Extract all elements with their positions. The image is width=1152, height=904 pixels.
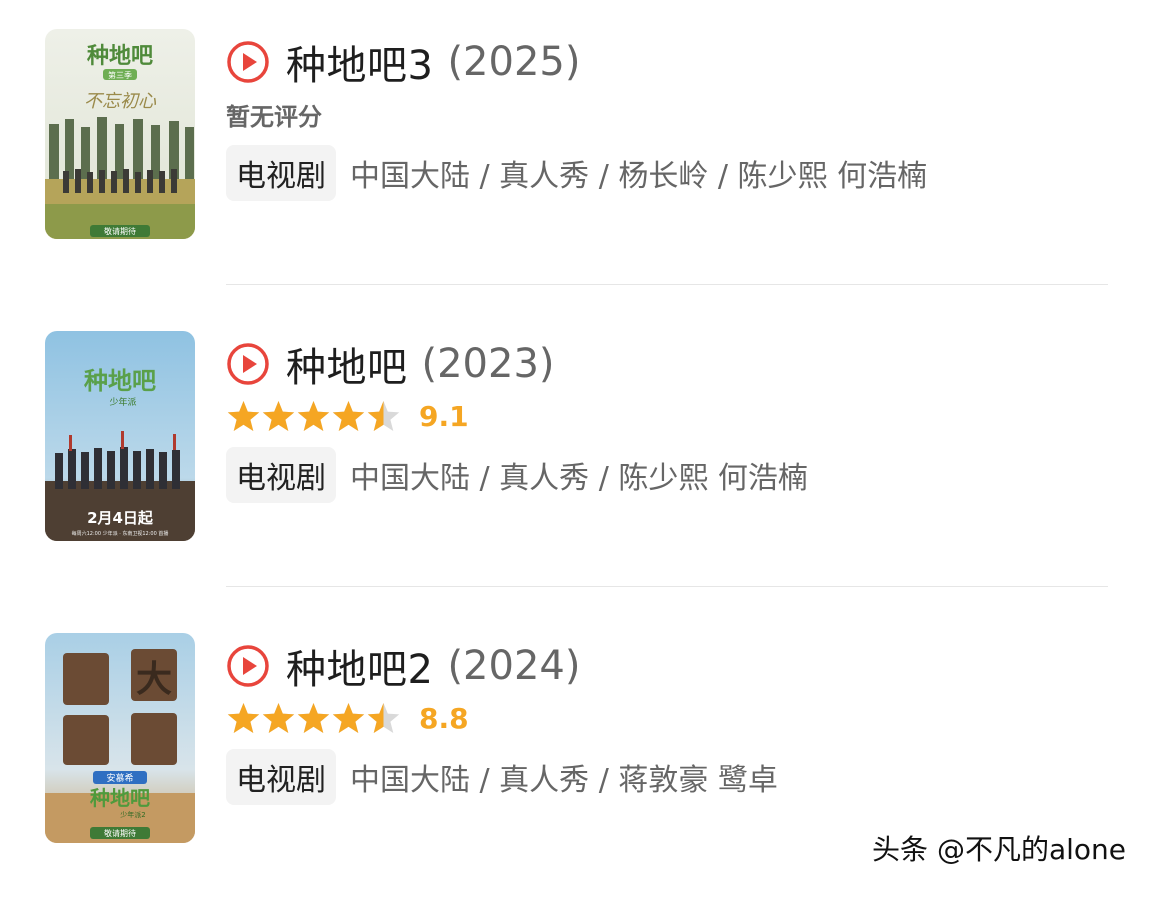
title-row[interactable]: 种地吧2 (2024) [226, 638, 580, 694]
star-rating [226, 701, 401, 736]
meta-row: 电视剧 中国大陆 / 真人秀 / 杨长岭 / 陈少熙 何浩楠 [226, 145, 928, 201]
svg-text:第三季: 第三季 [108, 70, 132, 80]
star-full-icon [332, 400, 365, 431]
svg-text:少年派2: 少年派2 [120, 810, 145, 819]
svg-text:不忘初心: 不忘初心 [84, 91, 157, 112]
star-full-icon [227, 400, 260, 431]
divider [226, 586, 1108, 587]
svg-text:2月4日起: 2月4日起 [87, 509, 154, 527]
category-tag: 电视剧 [226, 447, 336, 503]
category-tag: 电视剧 [226, 145, 336, 201]
poster-big-text: 大 [136, 659, 172, 700]
svg-text:敬请期待: 敬请期待 [104, 828, 136, 838]
star-full-icon [227, 702, 260, 733]
result-year: (2025) [447, 39, 581, 85]
poster-image[interactable]: 大 安慕希 种地吧 少年派2 敬请期待 [45, 633, 195, 843]
rating-row: 8.8 [226, 698, 469, 738]
play-icon[interactable] [226, 342, 270, 386]
play-icon[interactable] [226, 40, 270, 84]
star-full-icon [297, 702, 330, 733]
result-year: (2024) [447, 643, 581, 689]
rating-row: 9.1 [226, 396, 469, 436]
title-row[interactable]: 种地吧 (2023) [226, 336, 555, 392]
star-rating [226, 399, 401, 434]
star-full-icon [262, 702, 295, 733]
title-row[interactable]: 种地吧3 (2025) [226, 34, 580, 90]
rating-score: 8.8 [419, 701, 469, 735]
result-title[interactable]: 种地吧 [286, 335, 408, 393]
result-year: (2023) [421, 341, 555, 387]
meta-info: 中国大陆 / 真人秀 / 蒋敦豪 鹭卓 [350, 763, 778, 798]
no-rating-label: 暂无评分 [226, 102, 322, 131]
poster-image[interactable]: 种地吧 第三季 不忘初心 敬请期待 [45, 29, 195, 239]
play-icon[interactable] [226, 644, 270, 688]
meta-info: 中国大陆 / 真人秀 / 杨长岭 / 陈少熙 何浩楠 [350, 159, 928, 194]
divider [226, 284, 1108, 285]
meta-info: 中国大陆 / 真人秀 / 陈少熙 何浩楠 [350, 461, 808, 496]
result-item[interactable]: 种地吧 少年派 2月4日起 每周六12:00 少年派 · 东南卫视12:00 首… [0, 302, 1152, 602]
rating-row: 暂无评分 [226, 94, 322, 134]
poster-image[interactable]: 种地吧 少年派 2月4日起 每周六12:00 少年派 · 东南卫视12:00 首… [45, 331, 195, 541]
rating-score: 9.1 [419, 399, 469, 433]
poster-logo-text: 种地吧 [87, 44, 153, 69]
svg-text:安慕希: 安慕希 [106, 772, 133, 784]
poster-logo-text: 种地吧 [89, 786, 150, 810]
meta-row: 电视剧 中国大陆 / 真人秀 / 陈少熙 何浩楠 [226, 447, 808, 503]
result-title[interactable]: 种地吧2 [286, 637, 433, 695]
star-full-icon [332, 702, 365, 733]
watermark-text: 头条 @不凡的alone [872, 833, 1126, 866]
category-tag: 电视剧 [226, 749, 336, 805]
star-full-icon [297, 400, 330, 431]
star-full-icon [262, 400, 295, 431]
svg-text:敬请期待: 敬请期待 [104, 226, 136, 236]
result-title[interactable]: 种地吧3 [286, 33, 433, 91]
poster-logo-text: 种地吧 [84, 367, 156, 395]
star-half-icon [367, 702, 400, 733]
meta-row: 电视剧 中国大陆 / 真人秀 / 蒋敦豪 鹭卓 [226, 749, 778, 805]
svg-text:少年派: 少年派 [109, 396, 136, 408]
result-item[interactable]: 种地吧 第三季 不忘初心 敬请期待 种地吧3 (2025) 暂无评分 电视剧 中… [0, 0, 1152, 300]
star-half-icon [367, 400, 400, 431]
svg-text:每周六12:00 少年派 · 东南卫视12:00 首播: 每周六12:00 少年派 · 东南卫视12:00 首播 [72, 530, 169, 537]
